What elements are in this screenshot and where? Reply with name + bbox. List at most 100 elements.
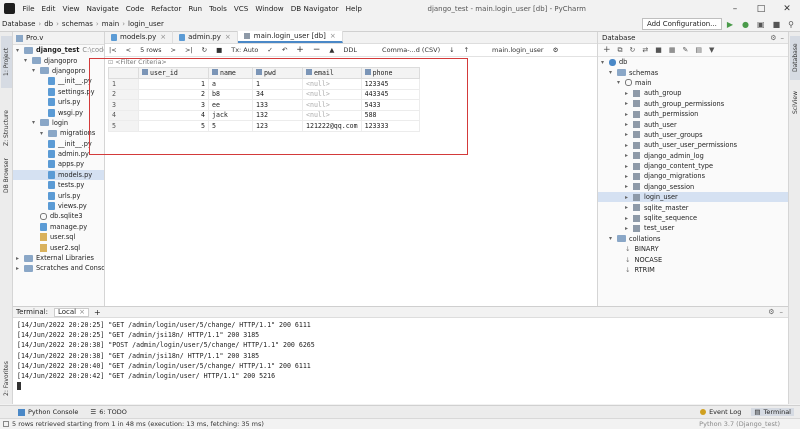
stop-icon[interactable]: ■: [773, 20, 781, 29]
search-icon[interactable]: ⚲: [788, 20, 794, 29]
prev-page-icon[interactable]: <: [126, 46, 131, 54]
expand-arrow-icon[interactable]: ▸: [625, 152, 633, 159]
menu-window[interactable]: Window: [255, 4, 283, 13]
expand-arrow-icon[interactable]: ▾: [32, 67, 40, 74]
close-tab-icon[interactable]: ×: [225, 33, 231, 41]
hide-panel-icon[interactable]: –: [781, 34, 785, 42]
todo-button[interactable]: ☰ 6: TODO: [90, 408, 126, 416]
tree-main-schema[interactable]: ▾ main: [598, 78, 788, 88]
refresh-icon[interactable]: ↻: [630, 46, 636, 54]
project-tree-item[interactable]: ▾django_testC:\code\dja: [13, 45, 104, 55]
ddl-button[interactable]: DDL: [343, 46, 357, 54]
expand-arrow-icon[interactable]: ▾: [16, 47, 24, 54]
debug-icon[interactable]: ●: [742, 20, 749, 29]
expand-arrow-icon[interactable]: ▾: [40, 130, 48, 137]
first-page-icon[interactable]: |<: [109, 46, 117, 54]
tree-table-item[interactable]: ▸ django_session: [598, 182, 788, 192]
interpreter-status[interactable]: Python 3.7 (Django_test): [699, 420, 780, 428]
coverage-icon[interactable]: ▣: [757, 20, 765, 29]
menu-help[interactable]: Help: [346, 4, 362, 13]
expand-arrow-icon[interactable]: ▾: [617, 79, 625, 86]
project-tree-item[interactable]: apps.py: [13, 159, 104, 169]
tx-mode[interactable]: Tx: Auto: [231, 46, 258, 54]
rollback-icon[interactable]: ↶: [282, 46, 287, 54]
tab-main-login-user[interactable]: main.login_user [db] ×: [237, 31, 343, 43]
close-tab-icon[interactable]: ×: [330, 32, 336, 40]
expand-arrow-icon[interactable]: ▸: [625, 142, 633, 149]
tree-collation-item[interactable]: ↓ BINARY: [598, 244, 788, 254]
expand-arrow-icon[interactable]: ▸: [625, 204, 633, 211]
last-page-icon[interactable]: >|: [185, 46, 193, 54]
table-view-icon[interactable]: ▦: [669, 46, 676, 54]
menu-code[interactable]: Code: [126, 4, 144, 13]
menu-refactor[interactable]: Refactor: [151, 4, 181, 13]
expand-arrow-icon[interactable]: ▾: [32, 119, 40, 126]
breadcrumb-schemas[interactable]: schemas: [62, 20, 93, 28]
tab-db-browser[interactable]: DB Browser: [1, 154, 12, 198]
hide-panel-icon[interactable]: –: [780, 308, 784, 316]
status-toggle-icon[interactable]: [3, 421, 9, 427]
expand-arrow-icon[interactable]: ▸: [625, 100, 633, 107]
tree-table-item[interactable]: ▸ django_migrations: [598, 171, 788, 181]
terminal-cursor[interactable]: [13, 382, 788, 392]
tree-table-item[interactable]: ▸ test_user: [598, 223, 788, 233]
breadcrumb-main[interactable]: main: [102, 20, 120, 28]
tab-favorites[interactable]: 2: Favorites: [1, 357, 12, 401]
export-format-select[interactable]: Comma-...d (CSV): [382, 46, 440, 54]
console-icon[interactable]: ▤: [695, 46, 702, 54]
expand-arrow-icon[interactable]: ▾: [601, 59, 609, 66]
tree-table-item[interactable]: ▸ auth_user_user_permissions: [598, 140, 788, 150]
python-console-button[interactable]: Python Console: [18, 408, 78, 416]
tree-table-item[interactable]: ▸ login_user: [598, 192, 788, 203]
breadcrumb-login-user[interactable]: login_user: [128, 20, 164, 28]
tree-table-item[interactable]: ▸ django_content_type: [598, 161, 788, 171]
menu-file[interactable]: File: [23, 4, 35, 13]
target-select[interactable]: main.login_user: [492, 46, 544, 54]
tree-table-item[interactable]: ▸ sqlite_sequence: [598, 213, 788, 223]
tree-collations[interactable]: ▾ collations: [598, 234, 788, 244]
run-icon[interactable]: ▶: [727, 20, 733, 29]
add-configuration-button[interactable]: Add Configuration...: [641, 18, 722, 30]
project-tree-item[interactable]: manage.py: [13, 222, 104, 232]
menu-tools[interactable]: Tools: [209, 4, 227, 13]
project-tree-item[interactable]: tests.py: [13, 180, 104, 190]
submit-icon[interactable]: ▲: [329, 46, 334, 54]
menu-edit[interactable]: Edit: [42, 4, 56, 13]
terminal-tab-local[interactable]: Local ×: [53, 307, 89, 317]
minimize-icon[interactable]: –: [722, 0, 748, 17]
tree-table-item[interactable]: ▸ auth_group: [598, 88, 788, 98]
expand-arrow-icon[interactable]: ▸: [625, 90, 633, 97]
expand-arrow-icon[interactable]: ▸: [625, 215, 633, 222]
filter-icon[interactable]: ▼: [709, 46, 714, 54]
menu-navigate[interactable]: Navigate: [87, 4, 119, 13]
settings-icon[interactable]: ⚙: [553, 46, 559, 54]
project-tree-item[interactable]: user.sql: [13, 232, 104, 242]
tab-project[interactable]: 1: Project: [1, 36, 12, 88]
expand-arrow-icon[interactable]: ▸: [625, 111, 633, 118]
tree-table-item[interactable]: ▸ sqlite_master: [598, 202, 788, 212]
gear-icon[interactable]: ⚙: [768, 308, 774, 316]
expand-arrow-icon[interactable]: ▸: [625, 121, 633, 128]
upload-icon[interactable]: ↑: [464, 46, 469, 54]
maximize-icon[interactable]: □: [748, 0, 774, 17]
expand-arrow-icon[interactable]: ▸: [625, 131, 633, 138]
expand-arrow-icon[interactable]: ▸: [625, 183, 633, 190]
tree-table-item[interactable]: ▸ auth_user_groups: [598, 130, 788, 140]
commit-icon[interactable]: ✓: [267, 46, 272, 54]
project-tree-item[interactable]: ▸Scratches and Consoles: [13, 263, 104, 273]
terminal-button[interactable]: ▤ Terminal: [751, 408, 794, 416]
stop-icon[interactable]: ■: [655, 46, 662, 54]
close-icon[interactable]: ✕: [774, 0, 800, 17]
close-tab-icon[interactable]: ×: [79, 308, 85, 316]
stop-query-icon[interactable]: ■: [216, 46, 222, 54]
tab-sciview[interactable]: SciView: [790, 84, 800, 120]
close-tab-icon[interactable]: ×: [160, 33, 166, 41]
project-tree-item[interactable]: user2.sql: [13, 242, 104, 252]
expand-arrow-icon[interactable]: ▸: [16, 265, 24, 272]
next-page-icon[interactable]: >: [171, 46, 176, 54]
download-icon[interactable]: ↓: [449, 46, 454, 54]
tree-table-item[interactable]: ▸ auth_group_permissions: [598, 99, 788, 109]
tree-schemas[interactable]: ▾ schemas: [598, 67, 788, 77]
project-tree-item[interactable]: ▸ External Libraries: [13, 253, 104, 263]
breadcrumb-database[interactable]: Database: [2, 20, 35, 28]
